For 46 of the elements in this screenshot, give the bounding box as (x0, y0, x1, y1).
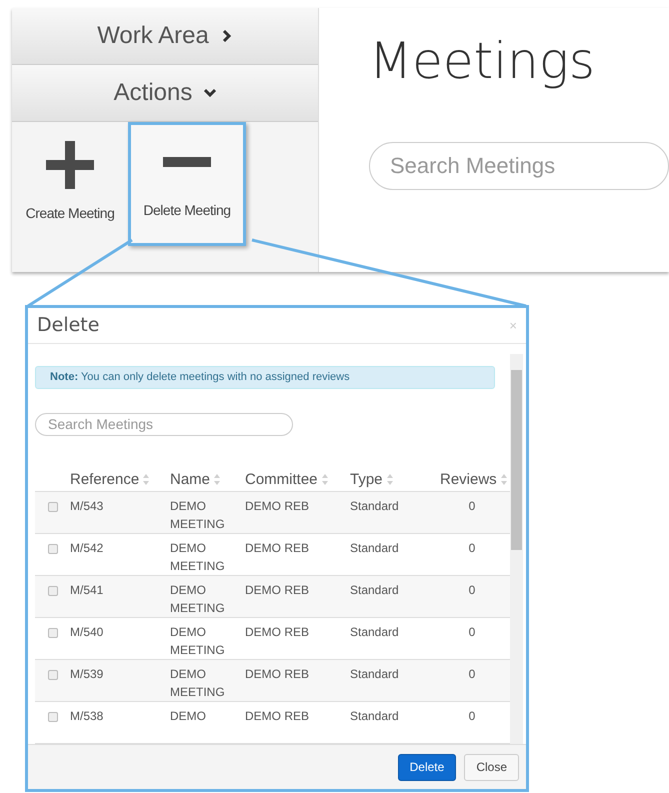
search-field[interactable]: Search Meetings (369, 142, 669, 190)
column-header[interactable]: Name (170, 468, 210, 491)
table-cell-text: DEMO REB (245, 582, 309, 599)
table-cell-text: 0 (468, 666, 476, 683)
table-cell-text: Standard (350, 708, 400, 725)
table-cell-text: DEMO (170, 708, 207, 725)
table-cell-text: M/541 (70, 582, 104, 599)
table-cell-text: DEMO MEETING (170, 498, 226, 533)
column-header[interactable]: Reviews (440, 468, 497, 491)
table-cell-text: Standard (350, 540, 400, 557)
table-cell-text: M/539 (70, 666, 104, 683)
table-cell-text: Standard (350, 666, 400, 683)
table-cell-text: DEMO REB (245, 624, 309, 641)
table-cell-text: 0 (468, 624, 476, 641)
table-cell-text: Standard (350, 624, 400, 641)
action-button[interactable]: Delete Meeting (128, 122, 246, 246)
table-cell-text: DEMO REB (245, 540, 309, 557)
table-cell-text: 0 (468, 708, 476, 725)
table-cell-text: M/540 (70, 624, 104, 641)
note-banner: Note: You can only delete meetings with no assigned reviews (35, 366, 495, 390)
page-title: Meetings (369, 36, 596, 86)
table-cell-text: DEMO REB (245, 708, 309, 725)
dialog-title: Delete (37, 313, 100, 338)
table-cell-text: DEMO MEETING (170, 582, 226, 617)
table-cell-text: Standard (350, 498, 400, 515)
delete-button[interactable]: Delete (398, 754, 456, 780)
action-button[interactable]: Create Meeting (12, 122, 128, 246)
table-cell-text: M/543 (70, 498, 104, 515)
table-cell-text: M/542 (70, 540, 104, 557)
column-header[interactable]: Committee (245, 468, 318, 491)
table-cell-text: DEMO REB (245, 666, 309, 683)
section-header[interactable]: Actions (12, 65, 318, 122)
table-cell-text: Standard (350, 582, 400, 599)
table-cell-text: 0 (468, 540, 476, 557)
section-header[interactable]: Work Area (12, 8, 318, 65)
table-cell-text: DEMO MEETING (170, 540, 226, 575)
close-button[interactable]: Close (464, 754, 519, 780)
table-cell-text: DEMO REB (245, 498, 309, 515)
column-header[interactable]: Type (350, 468, 383, 491)
table-cell-text: DEMO MEETING (170, 666, 226, 701)
search-field[interactable]: Search Meetings (35, 413, 293, 436)
table-cell-text: M/538 (70, 708, 104, 725)
table-cell-text: 0 (468, 498, 476, 515)
table-cell-text: 0 (468, 582, 476, 599)
table-cell-text: DEMO MEETING (170, 624, 226, 659)
column-header[interactable]: Reference (70, 468, 140, 491)
